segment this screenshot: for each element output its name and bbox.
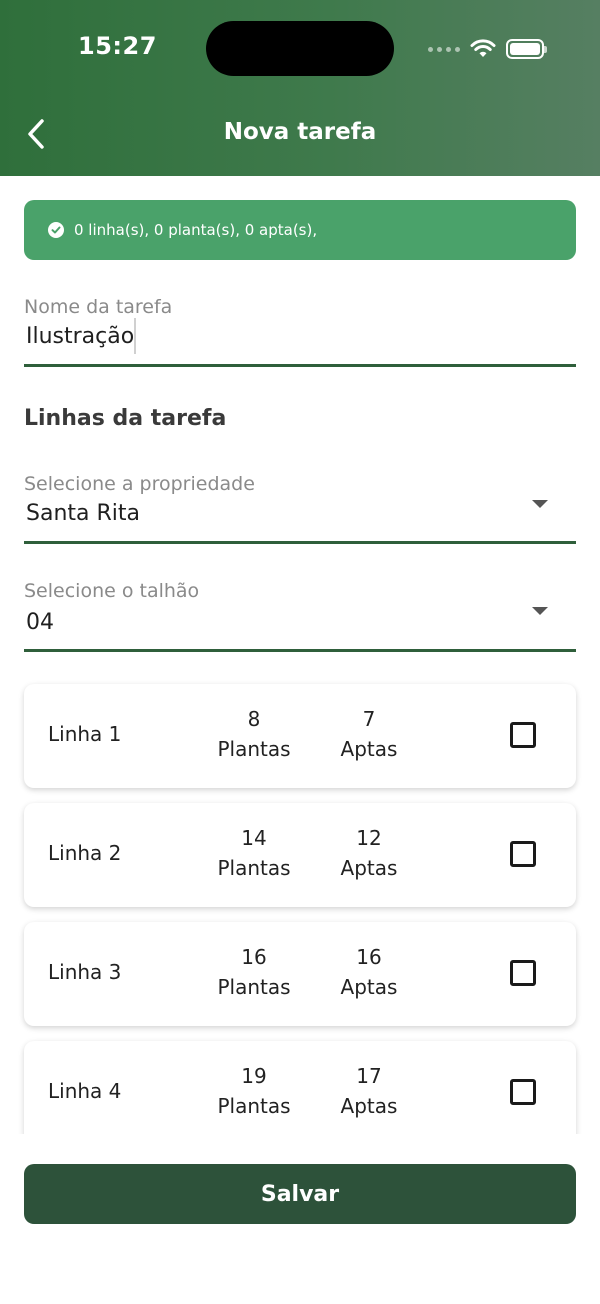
row-checkbox[interactable] — [510, 960, 536, 986]
status-time: 15:27 — [78, 32, 157, 60]
row-name: Linha 2 — [48, 841, 122, 865]
section-title: Linhas da tarefa — [24, 406, 227, 431]
row-checkbox[interactable] — [510, 1079, 536, 1105]
status-icons — [428, 34, 547, 64]
plants-count: 8 Plantas — [217, 707, 291, 761]
text-cursor — [134, 318, 136, 354]
list-item[interactable]: Linha 4 19 Plantas 17 Aptas — [24, 1041, 576, 1134]
aptas-count: 12 Aptas — [340, 826, 398, 880]
task-name-value: Ilustração — [26, 324, 135, 349]
signal-icon — [428, 46, 460, 52]
caret-down-icon — [532, 607, 548, 615]
wifi-icon — [470, 39, 496, 57]
plot-select[interactable]: Selecione o talhão 04 — [24, 577, 576, 652]
summary-banner: 0 linha(s), 0 planta(s), 0 apta(s), — [24, 200, 576, 260]
row-name: Linha 3 — [48, 960, 122, 984]
aptas-count: 16 Aptas — [340, 945, 398, 999]
property-select[interactable]: Selecione a propriedade Santa Rita — [24, 470, 576, 544]
rows-list[interactable]: Linha 1 8 Plantas 7 Aptas Linha 2 14 Planta… — [0, 670, 600, 1134]
list-item[interactable]: Linha 3 16 Plantas 16 Aptas — [24, 922, 576, 1026]
plants-count: 19 Plantas — [217, 1064, 291, 1118]
row-checkbox[interactable] — [510, 722, 536, 748]
property-label: Selecione a propriedade — [24, 473, 255, 495]
battery-icon — [506, 39, 547, 59]
plot-label: Selecione o talhão — [24, 580, 200, 602]
task-name-field[interactable]: Nome da tarefa Ilustração — [24, 292, 576, 367]
dynamic-island — [206, 21, 394, 76]
save-button[interactable]: Salvar — [24, 1164, 576, 1224]
aptas-count: 7 Aptas — [340, 707, 398, 761]
task-name-label: Nome da tarefa — [24, 296, 173, 318]
list-item[interactable]: Linha 2 14 Plantas 12 Aptas — [24, 803, 576, 907]
caret-down-icon — [532, 500, 548, 508]
row-checkbox[interactable] — [510, 841, 536, 867]
property-value: Santa Rita — [26, 501, 140, 526]
row-name: Linha 4 — [48, 1079, 122, 1103]
row-name: Linha 1 — [48, 722, 122, 746]
plants-count: 14 Plantas — [217, 826, 291, 880]
plot-value: 04 — [26, 610, 54, 635]
app-header: 15:27 Nova tarefa — [0, 0, 600, 176]
summary-text: 0 linha(s), 0 planta(s), 0 apta(s), — [74, 221, 318, 239]
list-item[interactable]: Linha 1 8 Plantas 7 Aptas — [24, 684, 576, 788]
check-circle-icon — [48, 222, 64, 238]
plants-count: 16 Plantas — [217, 945, 291, 999]
aptas-count: 17 Aptas — [340, 1064, 398, 1118]
page-title: Nova tarefa — [223, 119, 377, 145]
